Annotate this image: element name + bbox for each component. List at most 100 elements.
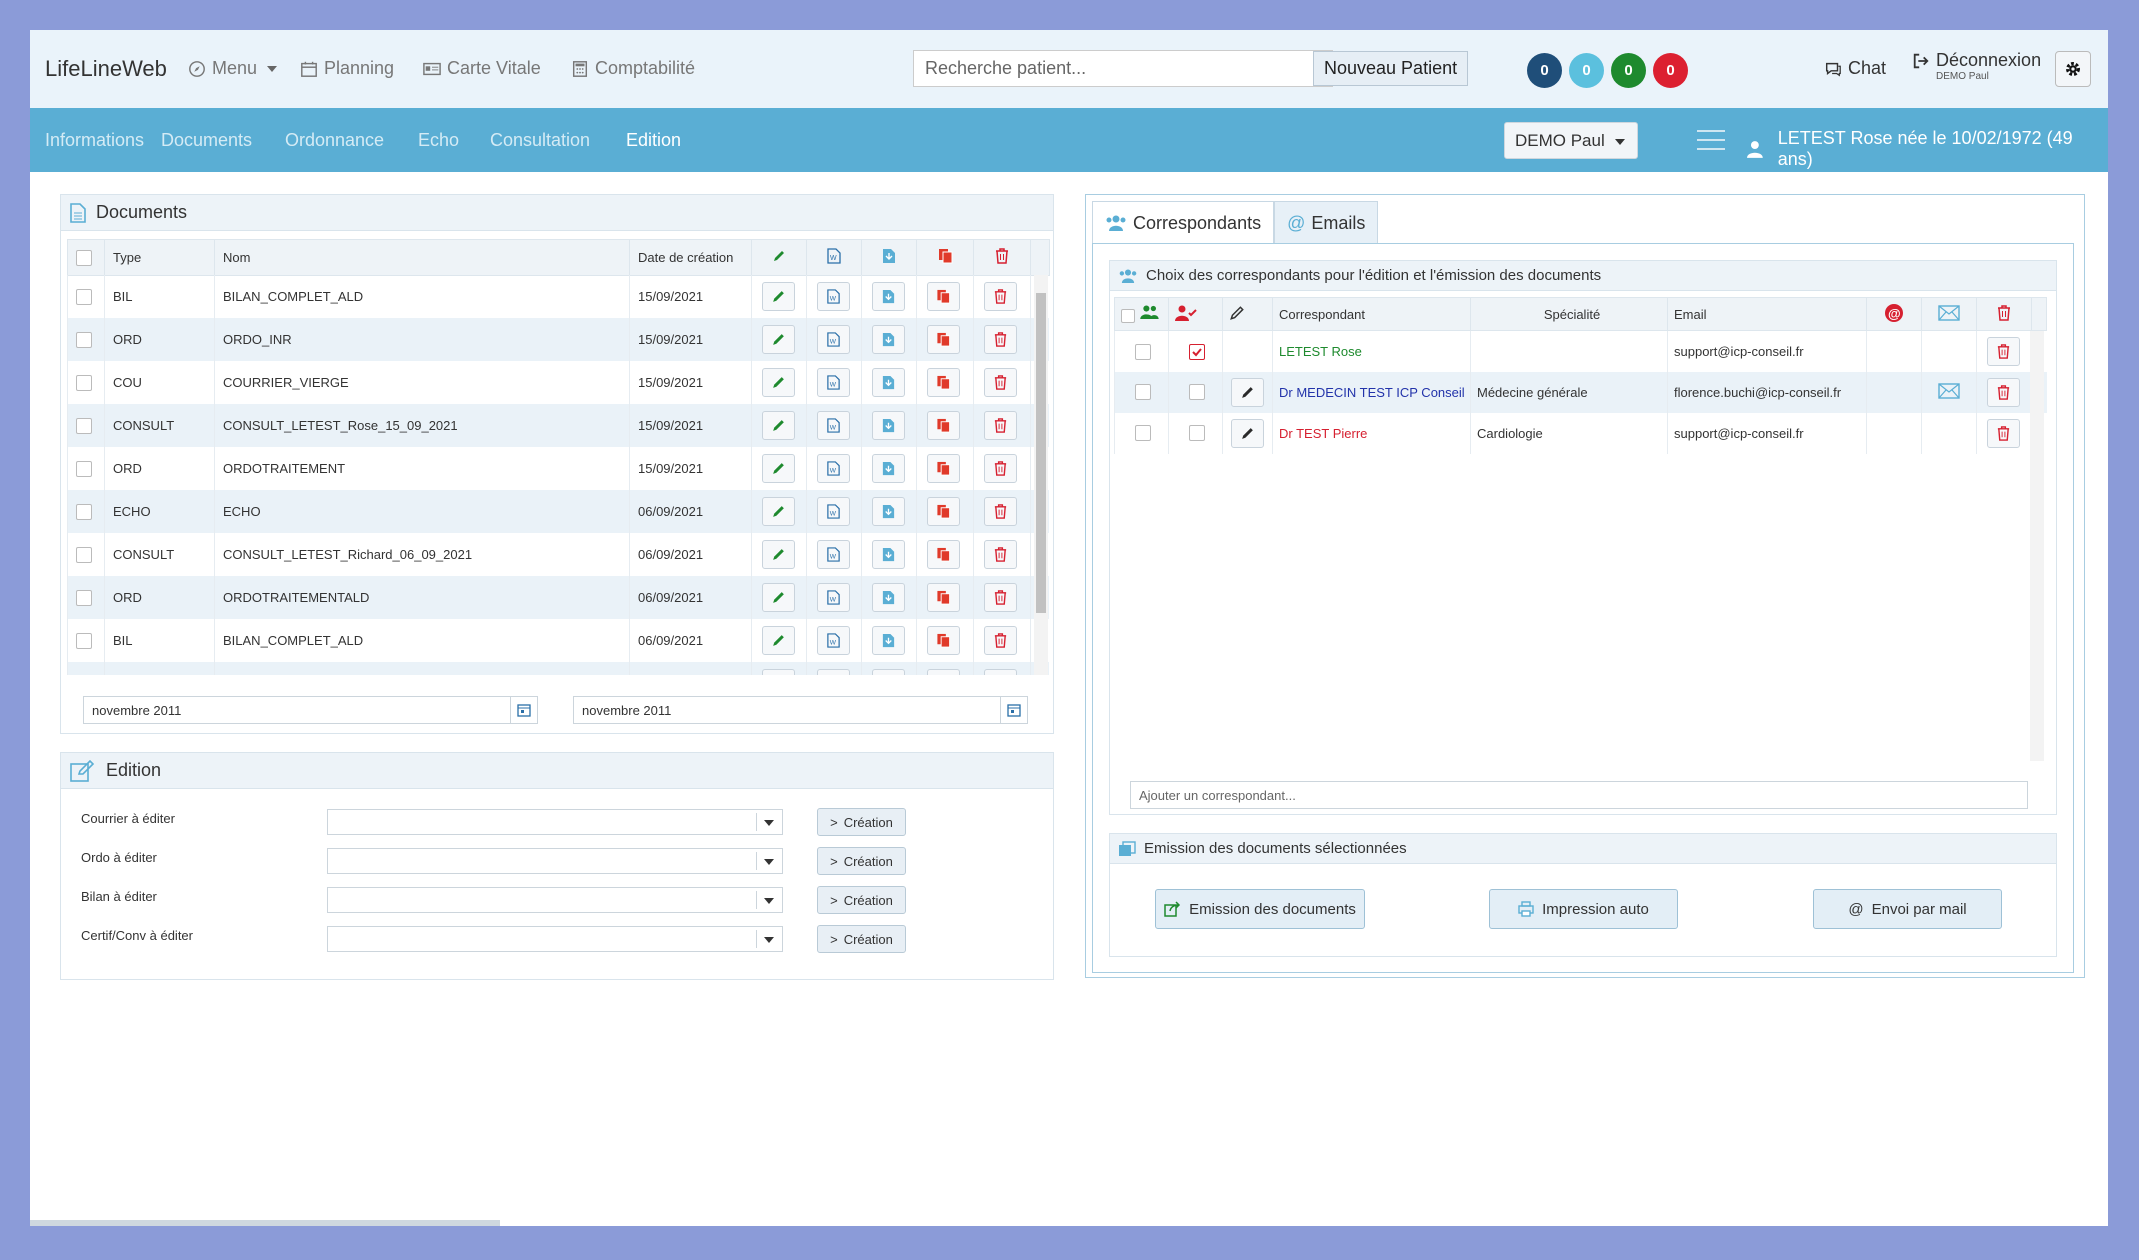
notification-badge-info[interactable]: 0: [1569, 53, 1604, 88]
edit-doc-button[interactable]: [762, 411, 795, 440]
word-doc-button[interactable]: W: [817, 669, 850, 675]
copy-doc-button[interactable]: [927, 325, 960, 354]
row-checkbox[interactable]: [76, 503, 92, 520]
word-doc-button[interactable]: W: [817, 325, 850, 354]
ordo-select[interactable]: [327, 848, 783, 874]
edit-correspondant-button[interactable]: [1231, 377, 1264, 407]
edit-doc-button[interactable]: [762, 282, 795, 311]
edit-doc-button[interactable]: [762, 583, 795, 612]
certif-select[interactable]: [327, 926, 783, 952]
calendar-icon[interactable]: [1000, 697, 1027, 723]
row-checkbox[interactable]: [76, 417, 92, 434]
select-all-checkbox[interactable]: [76, 249, 92, 266]
table-row[interactable]: ORD ORDOTRAITEMENTALD 06/09/2021 W: [67, 576, 1049, 619]
correspondants-scrollbar[interactable]: [2030, 331, 2044, 761]
correspondant-select-checkbox[interactable]: [1135, 343, 1151, 360]
delete-correspondant-button[interactable]: [1987, 336, 2020, 366]
copy-doc-button[interactable]: [927, 368, 960, 397]
row-checkbox[interactable]: [76, 632, 92, 649]
new-patient-button[interactable]: Nouveau Patient: [1313, 51, 1469, 86]
word-doc-button[interactable]: W: [817, 540, 850, 569]
envelope-icon[interactable]: [1938, 382, 1960, 402]
envoi-mail-button[interactable]: @ Envoi par mail: [1813, 889, 2002, 929]
edit-doc-button[interactable]: [762, 368, 795, 397]
correspondant-select-checkbox[interactable]: [1135, 384, 1151, 401]
copy-doc-button[interactable]: [927, 497, 960, 526]
table-row[interactable]: BIL BILAN_COMPLET_ALD 15/09/2021 W: [67, 275, 1049, 318]
table-row[interactable]: ORDORDO_INR06/09/2021 W: [67, 662, 1049, 675]
table-row[interactable]: CONSULT CONSULT_LETEST_Richard_06_09_2021…: [67, 533, 1049, 576]
bilan-create-button[interactable]: > Création: [817, 886, 906, 914]
download-doc-button[interactable]: [872, 368, 905, 397]
edit-doc-button[interactable]: [762, 454, 795, 483]
col-email[interactable]: Email: [1667, 297, 1867, 331]
word-doc-button[interactable]: W: [817, 454, 850, 483]
table-row[interactable]: CONSULT CONSULT_LETEST_Rose_15_09_2021 15/…: [67, 404, 1049, 447]
emission-documents-button[interactable]: Emission des documents: [1155, 889, 1365, 929]
brand-logo[interactable]: LifeLineWeb: [45, 56, 167, 82]
download-doc-button[interactable]: [872, 497, 905, 526]
logout-button[interactable]: Déconnexion DEMO Paul: [1912, 50, 2041, 82]
notification-badge-success[interactable]: 0: [1611, 53, 1646, 88]
download-doc-button[interactable]: [872, 411, 905, 440]
word-doc-button[interactable]: W: [817, 626, 850, 655]
row-checkbox[interactable]: [76, 331, 92, 348]
correspondant-dest-checkbox[interactable]: [1189, 425, 1205, 442]
scrollbar-thumb[interactable]: [1036, 293, 1046, 613]
date-to-input[interactable]: novembre 2011: [573, 696, 1028, 724]
correspondant-dest-checkbox[interactable]: [1189, 343, 1205, 360]
copy-doc-button[interactable]: [927, 626, 960, 655]
table-row[interactable]: COU COURRIER_VIERGE 15/09/2021 W: [67, 361, 1049, 404]
delete-doc-button[interactable]: [984, 540, 1017, 569]
download-doc-button[interactable]: [872, 540, 905, 569]
row-checkbox[interactable]: [76, 589, 92, 606]
settings-button[interactable]: [2055, 51, 2091, 87]
download-doc-button[interactable]: [872, 454, 905, 483]
row-checkbox[interactable]: [76, 288, 92, 305]
menu-dropdown[interactable]: Menu: [188, 58, 278, 79]
notification-badge-dark[interactable]: 0: [1527, 53, 1562, 88]
tab-informations[interactable]: Informations: [45, 130, 144, 151]
delete-doc-button[interactable]: [984, 669, 1017, 675]
row-checkbox[interactable]: [76, 460, 92, 477]
correspondant-name[interactable]: LETEST Rose: [1272, 330, 1471, 372]
edit-doc-button[interactable]: [762, 669, 795, 675]
tab-ordonnance[interactable]: Ordonnance: [285, 130, 384, 151]
correspondant-select-checkbox[interactable]: [1135, 425, 1151, 442]
download-doc-button[interactable]: [872, 325, 905, 354]
col-specialite[interactable]: Spécialité: [1470, 297, 1668, 331]
date-from-input[interactable]: novembre 2011: [83, 696, 538, 724]
delete-doc-button[interactable]: [984, 325, 1017, 354]
col-correspondant[interactable]: Correspondant: [1272, 297, 1471, 331]
correspondant-name[interactable]: Dr TEST Pierre: [1272, 412, 1471, 454]
nav-planning[interactable]: Planning: [300, 58, 394, 79]
impression-auto-button[interactable]: Impression auto: [1489, 889, 1678, 929]
download-doc-button[interactable]: [872, 626, 905, 655]
delete-correspondant-button[interactable]: [1987, 418, 2020, 448]
correspondant-dest-checkbox[interactable]: [1189, 384, 1205, 401]
delete-doc-button[interactable]: [984, 497, 1017, 526]
delete-doc-button[interactable]: [984, 454, 1017, 483]
delete-doc-button[interactable]: [984, 411, 1017, 440]
edit-correspondant-button[interactable]: [1231, 418, 1264, 448]
edit-doc-button[interactable]: [762, 497, 795, 526]
nav-carte-vitale[interactable]: Carte Vitale: [423, 58, 541, 79]
col-name[interactable]: Nom: [214, 239, 630, 276]
courrier-create-button[interactable]: > Création: [817, 808, 906, 836]
edit-doc-button[interactable]: [762, 325, 795, 354]
row-checkbox[interactable]: [76, 374, 92, 391]
doctor-select[interactable]: DEMO Paul: [1504, 122, 1638, 159]
col-type[interactable]: Type: [104, 239, 215, 276]
table-row[interactable]: ECHO ECHO 06/09/2021 W: [67, 490, 1049, 533]
row-checkbox[interactable]: [76, 546, 92, 563]
courrier-select[interactable]: [327, 809, 783, 835]
correspondant-name[interactable]: Dr MEDECIN TEST ICP Conseil: [1272, 371, 1471, 413]
patient-search-input[interactable]: [913, 50, 1333, 87]
add-correspondant-input[interactable]: [1130, 781, 2028, 809]
copy-doc-button[interactable]: [927, 583, 960, 612]
copy-doc-button[interactable]: [927, 411, 960, 440]
documents-scrollbar[interactable]: [1034, 275, 1048, 675]
delete-doc-button[interactable]: [984, 626, 1017, 655]
download-doc-button[interactable]: [872, 282, 905, 311]
copy-doc-button[interactable]: [927, 454, 960, 483]
